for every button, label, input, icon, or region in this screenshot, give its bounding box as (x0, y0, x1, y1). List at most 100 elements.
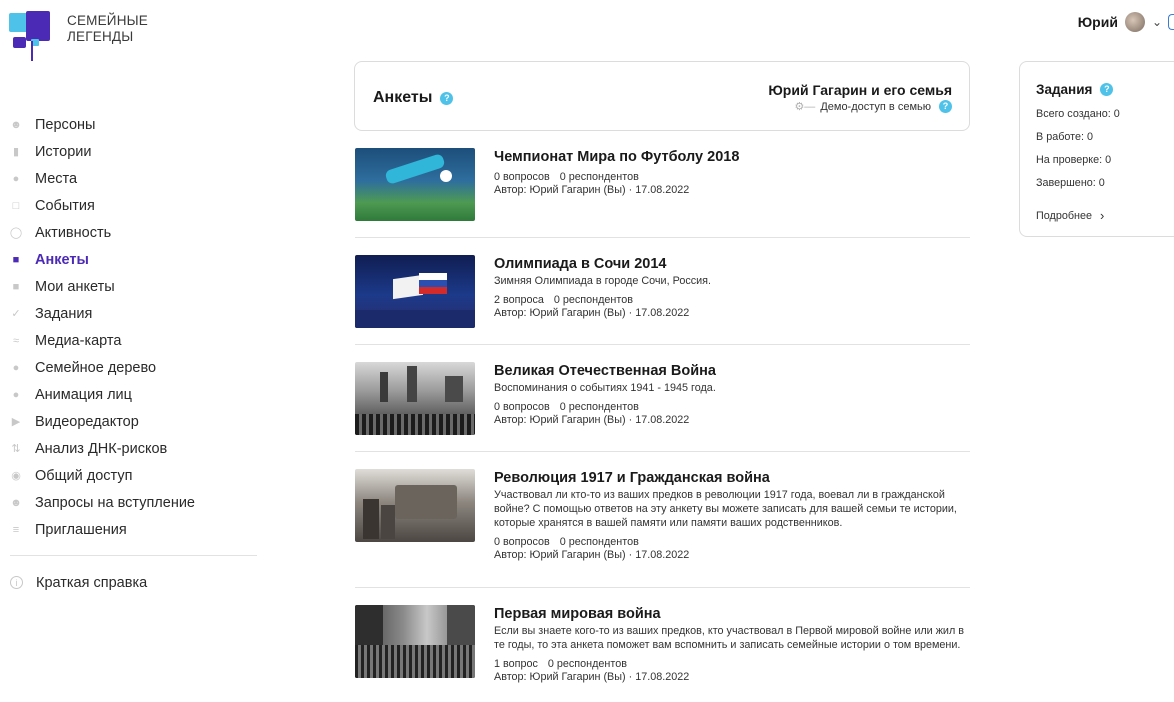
sidebar-item-label: Семейное дерево (35, 359, 157, 376)
avatar[interactable] (1124, 12, 1145, 32)
tasks-review: На проверке: 0 (1036, 154, 1112, 166)
media-map-icon: ≈ (12, 334, 20, 347)
sidebar-item-16[interactable]: ≡ Приглашения (10, 516, 258, 543)
questions-count: 1 вопрос (494, 658, 538, 670)
sidebar-item-11[interactable]: ● Анимация лиц (10, 381, 258, 408)
survey-author: Автор: Юрий Гагарин (Вы) · 17.08.2022 (494, 184, 690, 196)
survey-title[interactable]: Великая Отечественная Война (494, 363, 716, 380)
page-title: Анкеты ? (373, 89, 454, 107)
sidebar-item-14[interactable]: ◉ Общий доступ (10, 462, 258, 489)
sidebar-item-label: Места (35, 170, 78, 187)
demo-access-label: Демо-доступ в семью (820, 100, 931, 113)
survey-description: Зимняя Олимпиада в городе Сочи, Россия. (494, 275, 711, 287)
survey-stats: 0 вопросов 0 респондентов (494, 171, 739, 184)
sidebar-item-label: Задания (35, 305, 93, 322)
help-question-icon[interactable]: ? (440, 91, 454, 105)
tree-icon: ● (12, 361, 20, 374)
survey-stats: 2 вопроса 0 респондентов (494, 294, 711, 307)
questions-count: 0 вопросов (494, 171, 550, 183)
tasks-title-text: Задания (1036, 82, 1093, 97)
tasks-more-link[interactable]: Подробнее › (1036, 208, 1104, 223)
user-menu[interactable]: Юрий ⌄ (1078, 12, 1174, 32)
dna-icon: ⇅ (11, 442, 21, 455)
clipboard-icon: ■ (12, 280, 20, 293)
family-name[interactable]: Юрий Гагарин и его семья (768, 82, 952, 98)
help-link[interactable]: i Краткая справка (10, 569, 258, 596)
survey-title[interactable]: Чемпионат Мира по Футболу 2018 (494, 149, 739, 166)
user-name: Юрий (1077, 14, 1118, 30)
survey-stats: 0 вопросов 0 респондентов (494, 536, 970, 549)
sidebar-item-13[interactable]: ⇅ Анализ ДНК-рисков (10, 435, 258, 462)
sidebar-item-label: Общий доступ (35, 467, 133, 484)
survey-author: Автор: Юрий Гагарин (Вы) · 17.08.2022 (494, 307, 690, 319)
help-label: Краткая справка (36, 574, 148, 591)
survey-row[interactable]: Революция 1917 и Гражданская война Участв… (355, 452, 970, 588)
clipboard-icon: ■ (12, 253, 20, 266)
sidebar-item-8[interactable]: ✓ Задания (10, 300, 258, 327)
survey-row[interactable]: Чемпионат Мира по Футболу 2018 0 вопросов… (355, 145, 970, 238)
sidebar-item-1[interactable]: ☻ Персоны (10, 111, 258, 138)
sidebar-divider (10, 555, 257, 556)
exit-icon[interactable] (1168, 14, 1174, 30)
questions-count: 0 вопросов (494, 536, 550, 548)
tasks-help-question-icon[interactable]: ? (1100, 83, 1114, 96)
sidebar-item-3[interactable]: ● Места (10, 165, 258, 192)
survey-author: Автор: Юрий Гагарин (Вы) · 17.08.2022 (494, 549, 690, 561)
respondents-count: 0 респондентов (559, 171, 639, 183)
survey-row-body: Великая Отечественная Война Воспоминания … (494, 362, 716, 451)
play-icon: ▶ (11, 415, 21, 428)
football-goalkeeper-photo[interactable] (355, 148, 475, 221)
sidebar-item-5[interactable]: ◯ Активность (10, 219, 258, 246)
stories-icon: ▮ (12, 145, 20, 158)
survey-description: Участвовал ли кто-то из ваших предков в … (494, 489, 957, 529)
sidebar-item-7[interactable]: ■ Мои анкеты (10, 273, 258, 300)
key-icon: ⚙— (794, 101, 816, 113)
logo-text: СЕМЕЙНЫЕ ЛЕГЕНДЫ (67, 13, 148, 45)
demo-help-question-icon[interactable]: ? (939, 100, 952, 113)
sidebar-item-4[interactable]: □ События (10, 192, 258, 219)
survey-row-body: Первая мировая война Если вы знаете кого-… (494, 605, 970, 702)
survey-row[interactable]: Первая мировая война Если вы знаете кого-… (355, 588, 970, 702)
street-crowd-photo[interactable] (355, 605, 475, 678)
sidebar: ☻ Персоны ▮ Истории ● Места □ События ◯ Активност… (10, 111, 258, 596)
olympic-flags-photo[interactable] (355, 255, 475, 328)
sidebar-item-label: Истории (35, 143, 92, 160)
survey-title[interactable]: Первая мировая война (494, 606, 970, 623)
sidebar-item-label: События (35, 197, 95, 214)
survey-list: Чемпионат Мира по Футболу 2018 0 вопросов… (355, 145, 970, 702)
sidebar-item-label: Анимация лиц (35, 386, 132, 403)
sidebar-item-12[interactable]: ▶ Видеоредактор (10, 408, 258, 435)
sidebar-item-label: Персоны (35, 116, 96, 133)
sidebar-item-6[interactable]: ■ Анкеты (10, 246, 258, 273)
user-plus-icon: ☻ (10, 496, 22, 509)
tasks-title: Задания ? (1036, 82, 1114, 97)
survey-stats: 0 вопросов 0 респондентов (494, 401, 716, 414)
clock-icon: ◯ (9, 226, 23, 239)
survey-description: Если вы знаете кого-то из ваших предков,… (494, 625, 964, 651)
tasks-created: Всего создано: 0 (1036, 108, 1120, 120)
survey-author: Автор: Юрий Гагарин (Вы) · 17.08.2022 (494, 671, 690, 683)
logo-line-1: СЕМЕЙНЫЕ (67, 13, 149, 28)
tasks-card: Задания ? Всего создано: 0 В работе: 0 Н… (1019, 61, 1174, 237)
survey-row[interactable]: Олимпиада в Сочи 2014 Зимняя Олимпиада в … (355, 238, 970, 345)
persons-icon: ☻ (10, 118, 22, 131)
chevron-right-icon: › (1100, 208, 1105, 223)
sidebar-item-10[interactable]: ● Семейное дерево (10, 354, 258, 381)
red-square-parade-photo[interactable] (355, 362, 475, 435)
survey-title[interactable]: Революция 1917 и Гражданская война (494, 470, 970, 487)
survey-stats: 1 вопрос 0 респондентов (494, 658, 970, 671)
sidebar-item-9[interactable]: ≈ Медиа-карта (10, 327, 258, 354)
tasks-in-progress: В работе: 0 (1036, 131, 1093, 143)
survey-row[interactable]: Великая Отечественная Война Воспоминания … (355, 345, 970, 452)
survey-row-body: Чемпионат Мира по Футболу 2018 0 вопросов… (494, 148, 739, 237)
logo[interactable]: СЕМЕЙНЫЕ ЛЕГЕНДЫ (9, 11, 148, 61)
survey-title[interactable]: Олимпиада в Сочи 2014 (494, 256, 711, 273)
sidebar-item-2[interactable]: ▮ Истории (10, 138, 258, 165)
sidebar-item-15[interactable]: ☻ Запросы на вступление (10, 489, 258, 516)
chevron-down-icon[interactable]: ⌄ (1152, 15, 1162, 29)
sidebar-item-label: Мои анкеты (35, 278, 115, 295)
armored-car-photo[interactable] (355, 469, 475, 542)
sidebar-item-label: Запросы на вступление (35, 494, 195, 511)
survey-row-body: Олимпиада в Сочи 2014 Зимняя Олимпиада в … (494, 255, 711, 344)
sidebar-item-label: Видеоредактор (35, 413, 139, 430)
